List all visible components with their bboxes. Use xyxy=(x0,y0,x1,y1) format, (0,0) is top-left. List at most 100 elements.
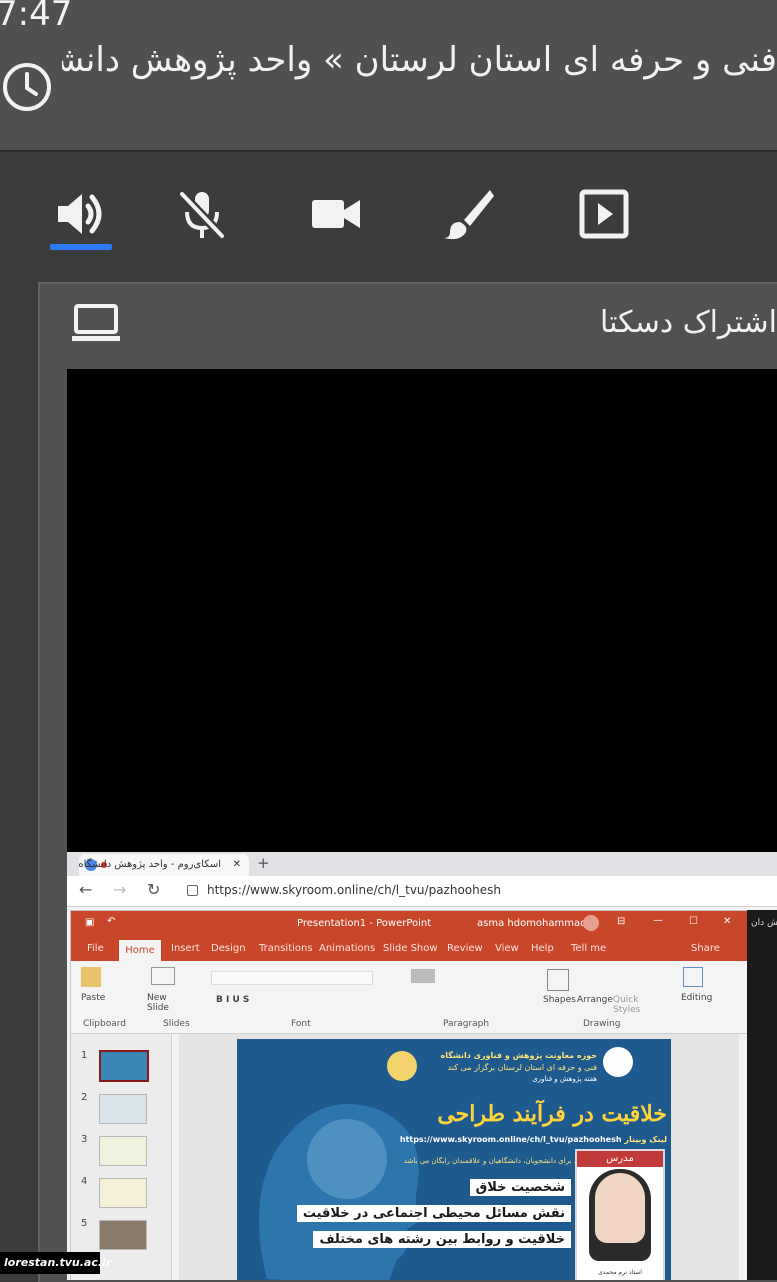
active-tab-indicator xyxy=(50,244,112,250)
minimize-icon[interactable]: — xyxy=(653,915,663,926)
tab-review[interactable]: Review xyxy=(447,943,483,954)
avatar[interactable] xyxy=(583,915,599,931)
panel-title: اشتراک دسکتاپ استاد محمدی xyxy=(600,305,777,340)
font-format-icons[interactable]: B I U S xyxy=(216,995,249,1005)
slide-header: حوزه معاونت پژوهش و فناوری دانشگاه فنی و… xyxy=(387,1047,667,1099)
teacher-label: مدرس xyxy=(577,1151,663,1167)
tab-file[interactable]: File xyxy=(87,943,104,954)
audio-tab-button[interactable] xyxy=(40,174,120,254)
close-icon[interactable]: ✕ xyxy=(723,916,731,927)
group-font: Font xyxy=(291,1019,311,1029)
video-camera-icon xyxy=(312,200,360,228)
teacher-face xyxy=(595,1173,645,1243)
slide-intro: ورود برای دانشجویان، دانشگاهیان و علاقمن… xyxy=(403,1157,587,1165)
tab-home[interactable]: Home xyxy=(119,940,161,961)
tab-animations[interactable]: Animations xyxy=(319,943,375,954)
background-window-title: پژوهش دان xyxy=(751,918,777,928)
ppt-ribbon: Paste New Slide B I U S Shapes Arrange Q… xyxy=(71,961,747,1034)
browser-address-bar: ← → ↻ https://www.skyroom.online/ch/l_tv… xyxy=(67,876,777,907)
group-slides: Slides xyxy=(163,1019,190,1029)
slide-thumbnail[interactable] xyxy=(99,1050,149,1082)
new-slide-icon[interactable] xyxy=(151,967,175,985)
video-area xyxy=(67,369,777,853)
teacher-card: مدرس استاد نرم محمدی xyxy=(575,1149,665,1280)
ribbon-display-icon[interactable]: ⊟ xyxy=(617,916,625,927)
thumb-number: 2 xyxy=(81,1092,88,1103)
tab-slide-show[interactable]: Slide Show xyxy=(383,943,438,954)
browser-tab-bar: اسکای‌روم - واحد پژوهش دانشگاه ✕ + xyxy=(67,852,777,876)
paste-icon[interactable] xyxy=(81,967,101,987)
status-time: 7:47 xyxy=(0,0,73,34)
tab-insert[interactable]: Insert xyxy=(171,943,200,954)
slide-link-label: لینک وبینار xyxy=(624,1135,667,1144)
paste-button[interactable]: Paste xyxy=(81,993,105,1003)
slide-thumbnail[interactable] xyxy=(99,1094,147,1124)
thumb-number: 1 xyxy=(81,1050,88,1061)
slide-header-line1: حوزه معاونت پژوهش و فناوری دانشگاه xyxy=(440,1051,597,1060)
watermark: lorestan.tvu.ac.ir xyxy=(0,1252,111,1274)
font-name-select[interactable] xyxy=(211,971,373,985)
close-tab-icon[interactable]: ✕ xyxy=(233,854,241,876)
browser-tab[interactable]: اسکای‌روم - واحد پژوهش دانشگاه ✕ xyxy=(78,854,249,876)
camera-tab-button[interactable] xyxy=(296,174,376,254)
slide-header-line3: هفته پژوهش و فناوری xyxy=(532,1075,597,1083)
undo-icon[interactable]: ↶ xyxy=(107,916,115,927)
forward-icon[interactable]: → xyxy=(113,880,126,899)
powerpoint-window: ▣ ↶ Presentation1 - PowerPoint asma hdom… xyxy=(70,910,748,1280)
slide-link: https://www.skyroom.online/ch/l_tvu/pazh… xyxy=(357,1135,667,1144)
speaker-icon xyxy=(58,194,102,234)
whiteboard-tab-button[interactable] xyxy=(428,174,508,254)
shared-browser-window: اسکای‌روم - واحد پژوهش دانشگاه ✕ + ← → ↻… xyxy=(67,852,777,1280)
current-slide[interactable]: حوزه معاونت پژوهش و فناوری دانشگاه فنی و… xyxy=(237,1039,671,1280)
shapes-button[interactable]: Shapes xyxy=(543,995,576,1005)
ppt-titlebar: ▣ ↶ Presentation1 - PowerPoint asma hdom… xyxy=(71,911,747,937)
room-title: فنی و حرفه ای استان لرستان » واحد پژوهش … xyxy=(62,40,777,80)
tab-view[interactable]: View xyxy=(495,943,519,954)
new-slide-button[interactable]: New Slide xyxy=(147,993,177,1013)
arrange-button[interactable]: Arrange xyxy=(577,995,613,1005)
maximize-icon[interactable]: ☐ xyxy=(689,916,698,927)
slide-bullet: خلاقیت و روابط بین رشته های مختلف xyxy=(313,1231,571,1248)
quick-styles-button[interactable]: Quick Styles xyxy=(613,995,643,1015)
slide-thumbnail[interactable] xyxy=(99,1136,147,1166)
brush-icon xyxy=(444,190,494,240)
mic-off-icon xyxy=(178,190,226,240)
group-drawing: Drawing xyxy=(583,1019,621,1029)
tab-transitions[interactable]: Transitions xyxy=(259,943,313,954)
slide-title: خلاقیت در فرآیند طراحی xyxy=(437,1101,667,1127)
tab-help[interactable]: Help xyxy=(531,943,554,954)
tab-tell-me[interactable]: Tell me xyxy=(571,943,606,954)
align-icon[interactable] xyxy=(411,969,435,983)
teacher-name: استاد نرم محمدی xyxy=(598,1269,642,1276)
editing-button[interactable]: Editing xyxy=(681,993,712,1003)
play-box-icon xyxy=(579,189,629,239)
media-tab-button[interactable] xyxy=(564,174,644,254)
slide-thumbnail[interactable] xyxy=(99,1220,147,1250)
back-icon[interactable]: ← xyxy=(79,880,92,899)
background-window[interactable]: پژوهش دان xyxy=(747,910,777,1280)
room-toolbar xyxy=(0,152,777,282)
thumb-number: 4 xyxy=(81,1176,88,1187)
tab-design[interactable]: Design xyxy=(211,943,246,954)
share-button[interactable]: Share xyxy=(691,943,720,954)
clock-icon[interactable] xyxy=(0,60,54,114)
search-icon[interactable] xyxy=(683,967,703,987)
thumb-number: 5 xyxy=(81,1218,88,1229)
slide-thumbnails: 1 2 3 4 5 xyxy=(71,1034,172,1280)
slide-header-line2: فنی و حرفه ای استان لرستان برگزار می کند xyxy=(447,1063,597,1072)
slide-thumbnail[interactable] xyxy=(99,1178,147,1208)
thumb-number: 3 xyxy=(81,1134,88,1145)
ppt-user: asma hdomohammadi xyxy=(477,918,590,929)
shapes-icon[interactable] xyxy=(547,969,569,991)
mic-tab-button[interactable] xyxy=(162,174,242,254)
url-text[interactable]: https://www.skyroom.online/ch/l_tvu/pazh… xyxy=(207,883,501,897)
slide-bullet: شخصیت خلاق xyxy=(469,1179,571,1196)
new-tab-icon[interactable]: + xyxy=(257,854,270,872)
save-icon[interactable]: ▣ xyxy=(85,917,94,928)
ppt-title: Presentation1 - PowerPoint xyxy=(297,918,432,929)
reload-icon[interactable]: ↻ xyxy=(147,880,160,899)
slide-editing-area: حوزه معاونت پژوهش و فناوری دانشگاه فنی و… xyxy=(179,1034,739,1280)
laptop-icon[interactable] xyxy=(70,300,122,346)
browser-tab-title: اسکای‌روم - واحد پژوهش دانشگاه xyxy=(78,859,221,870)
group-paragraph: Paragraph xyxy=(443,1019,490,1029)
